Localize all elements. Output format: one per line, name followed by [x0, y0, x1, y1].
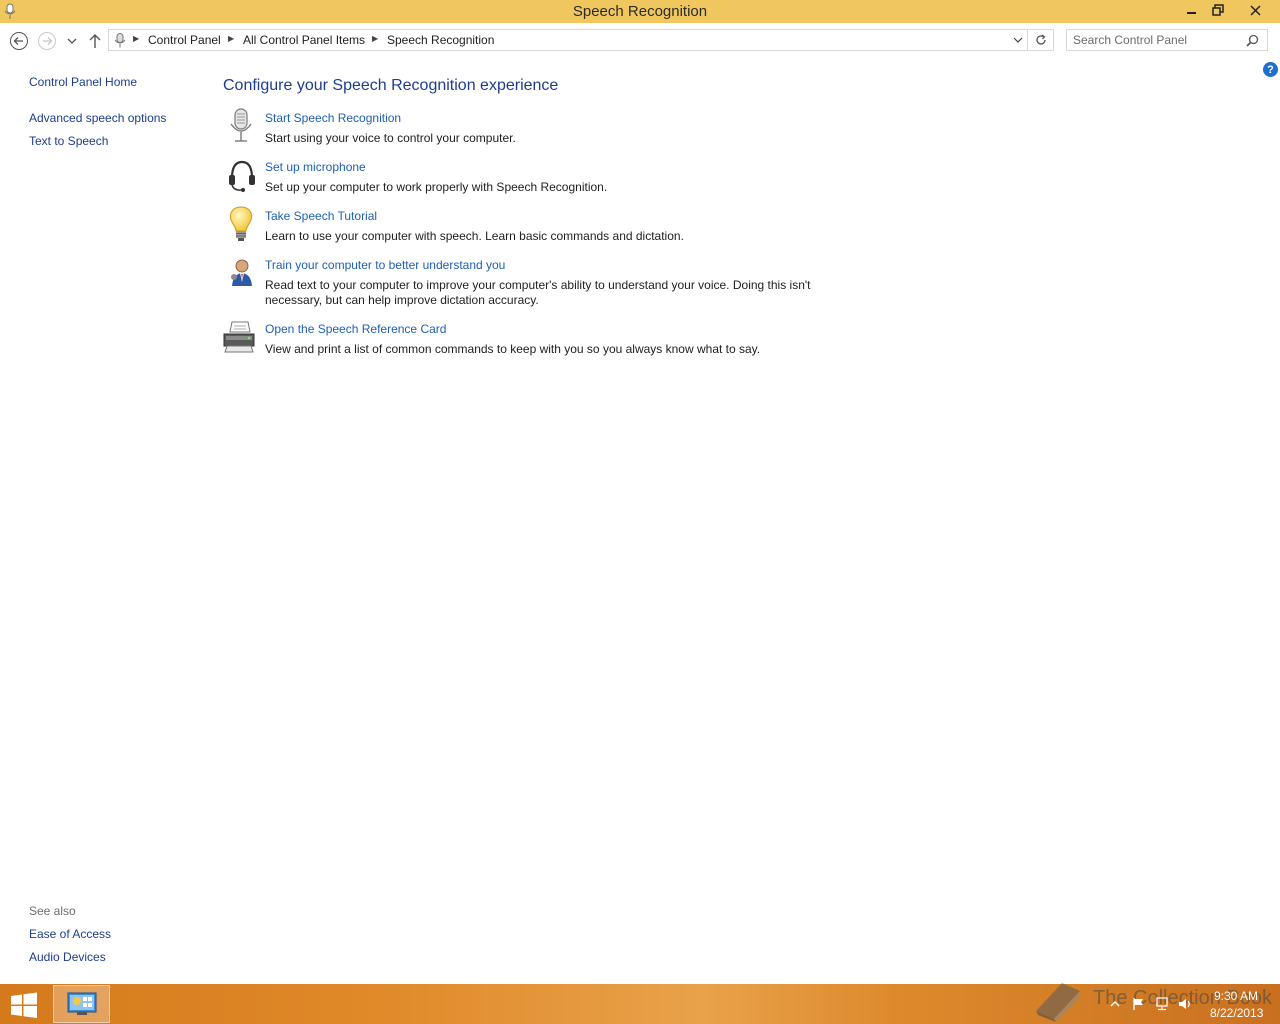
task-description: Start using your voice to control your c… [265, 131, 516, 145]
forward-arrow-icon[interactable] [37, 31, 57, 51]
show-hidden-icons-icon[interactable] [1108, 997, 1122, 1011]
text-to-speech-link[interactable]: Text to Speech [29, 134, 108, 148]
take-speech-tutorial-link[interactable]: Take Speech Tutorial [265, 209, 377, 223]
set-up-microphone-link[interactable]: Set up microphone [265, 160, 366, 174]
help-icon[interactable]: ? [1263, 62, 1278, 77]
clock-time[interactable]: 9:30 AM [1214, 989, 1258, 1003]
recent-locations-chevron-icon[interactable] [66, 35, 78, 47]
navigation-toolbar: ▶ Control Panel ▶ All Control Panel Item… [0, 23, 1280, 59]
search-input[interactable] [1073, 32, 1243, 48]
minimize-button[interactable] [1180, 0, 1204, 20]
ease-of-access-link[interactable]: Ease of Access [29, 927, 111, 941]
start-speech-recognition-link[interactable]: Start Speech Recognition [265, 111, 401, 125]
printer-icon [223, 321, 255, 353]
headset-icon [229, 160, 255, 192]
open-speech-reference-card-link[interactable]: Open the Speech Reference Card [265, 322, 446, 336]
up-arrow-icon[interactable] [87, 32, 103, 50]
control-panel-taskbar-button[interactable] [53, 985, 110, 1023]
breadcrumb-speech-recognition[interactable]: Speech Recognition [387, 33, 494, 47]
breadcrumb-all-items[interactable]: All Control Panel Items [243, 33, 365, 47]
address-bar[interactable]: ▶ Control Panel ▶ All Control Panel Item… [108, 29, 1028, 51]
breadcrumb-control-panel[interactable]: Control Panel [148, 33, 221, 47]
book-watermark-icon [1036, 983, 1080, 1022]
advanced-speech-options-link[interactable]: Advanced speech options [29, 111, 166, 125]
windows-start-icon[interactable] [10, 992, 38, 1018]
audio-devices-link[interactable]: Audio Devices [29, 950, 106, 964]
task-description: Read text to your computer to improve yo… [265, 278, 811, 307]
close-button[interactable] [1243, 0, 1267, 20]
person-icon [231, 259, 252, 286]
control-panel-icon [67, 992, 96, 1015]
train-computer-link[interactable]: Train your computer to better understand… [265, 258, 505, 272]
microphone-icon [230, 108, 252, 142]
microphone-icon [114, 33, 126, 48]
restore-icon [1212, 4, 1224, 16]
taskbar [0, 984, 1280, 1024]
search-box[interactable] [1066, 29, 1268, 51]
minimize-icon [1187, 12, 1196, 14]
task-description: View and print a list of common commands… [265, 342, 761, 356]
back-arrow-icon[interactable] [9, 31, 29, 51]
lightbulb-icon [229, 206, 253, 241]
restore-button[interactable] [1206, 0, 1230, 20]
refresh-icon [1035, 34, 1046, 45]
refresh-button[interactable] [1028, 29, 1054, 51]
window-title: Speech Recognition [572, 3, 708, 20]
title-bar: Speech Recognition [0, 0, 1280, 23]
network-icon[interactable] [1155, 997, 1169, 1011]
see-also-label: See also [29, 904, 76, 918]
breadcrumb-separator-icon[interactable]: ▶ [228, 34, 234, 43]
breadcrumb-separator-icon[interactable]: ▶ [133, 34, 139, 43]
clock-date[interactable]: 8/22/2013 [1210, 1006, 1263, 1020]
close-icon [1249, 4, 1261, 16]
page-title: Configure your Speech Recognition experi… [223, 77, 559, 94]
task-description: Set up your computer to work properly wi… [265, 180, 608, 194]
breadcrumb-separator-icon[interactable]: ▶ [372, 34, 378, 43]
control-panel-home-link[interactable]: Control Panel Home [29, 75, 137, 89]
search-icon[interactable] [1246, 34, 1259, 47]
chevron-down-icon[interactable] [1013, 35, 1023, 45]
speaker-icon[interactable] [1178, 997, 1192, 1011]
task-description: Learn to use your computer with speech. … [265, 229, 684, 243]
flag-icon[interactable] [1131, 997, 1145, 1011]
